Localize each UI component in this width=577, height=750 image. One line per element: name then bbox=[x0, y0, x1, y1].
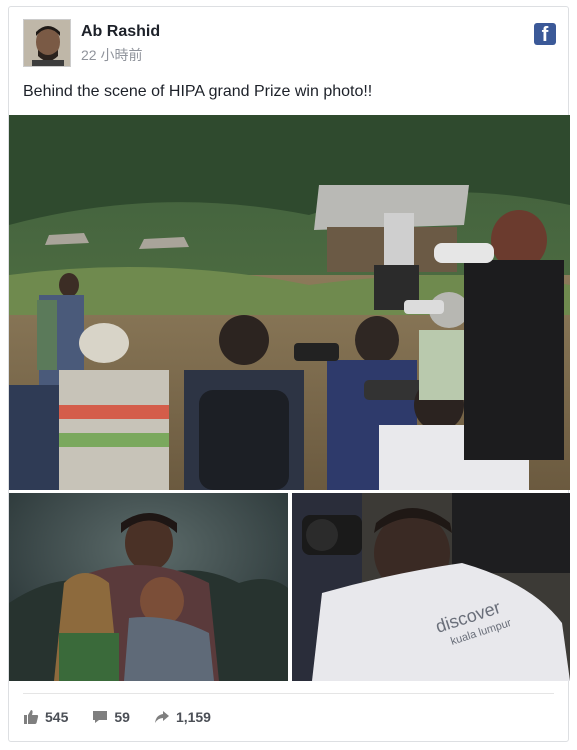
comment-icon bbox=[93, 711, 108, 723]
facebook-icon[interactable]: f bbox=[534, 23, 556, 45]
post-card: Ab Rashid 22 小時前 f Behind the scene of H… bbox=[8, 6, 570, 742]
avatar[interactable] bbox=[23, 19, 71, 67]
thumbs-up-icon bbox=[24, 710, 39, 724]
prize-photo[interactable] bbox=[9, 493, 288, 681]
facebook-icon-glyph: f bbox=[541, 24, 549, 45]
post-footer: 545 59 1,159 bbox=[23, 705, 235, 729]
photographer-closeup-photo[interactable]: discover kuala lumpur bbox=[292, 493, 570, 681]
like-count-value: 545 bbox=[45, 709, 69, 725]
comment-count-value: 59 bbox=[114, 709, 130, 725]
share-icon bbox=[154, 711, 169, 723]
main-photo[interactable] bbox=[9, 115, 570, 490]
post-timestamp[interactable]: 22 小時前 bbox=[81, 45, 142, 65]
share-count-value: 1,159 bbox=[175, 709, 211, 725]
footer-divider bbox=[23, 693, 554, 694]
comment-count[interactable]: 59 bbox=[92, 709, 130, 725]
share-count[interactable]: 1,159 bbox=[154, 709, 211, 725]
post-text: Behind the scene of HIPA grand Prize win… bbox=[23, 83, 373, 100]
author-name[interactable]: Ab Rashid bbox=[81, 23, 160, 41]
post-header: Ab Rashid 22 小時前 f bbox=[23, 19, 556, 69]
like-count[interactable]: 545 bbox=[23, 709, 68, 725]
